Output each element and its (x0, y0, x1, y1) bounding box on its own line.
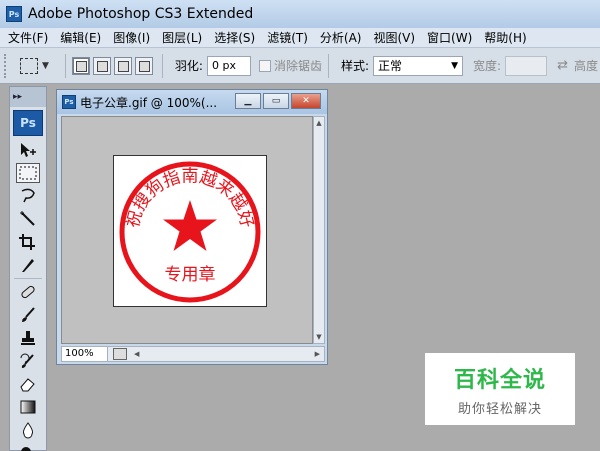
photoshop-app: Ps Adobe Photoshop CS3 Extended 文件(F) 编辑… (0, 0, 600, 451)
toolbox-panel: ▸▸ Ps (9, 86, 47, 451)
menu-bar: 文件(F) 编辑(E) 图像(I) 图层(L) 选择(S) 滤镜(T) 分析(A… (0, 28, 600, 48)
document-status-bar: 100% ◀ ▶ (61, 346, 325, 362)
document-ps-icon: Ps (62, 95, 76, 109)
options-bar: ▼ 羽化: 0 px 消除锯齿 样式: 正常 ▼ 宽度: ⇄ 高度 (0, 48, 600, 84)
app-title: Adobe Photoshop CS3 Extended (28, 6, 254, 22)
width-label: 宽度: (473, 59, 502, 73)
scroll-right-icon[interactable]: ▶ (315, 348, 320, 360)
baike-watermark: 百科全说 助你轻松解决 (425, 353, 575, 425)
height-label: 高度 (573, 59, 598, 73)
minimize-button[interactable]: ▁ (235, 93, 261, 109)
move-tool-icon[interactable] (16, 140, 40, 160)
menu-analysis[interactable]: 分析(A) (320, 29, 362, 46)
menu-edit[interactable]: 编辑(E) (60, 29, 101, 46)
add-to-selection-button[interactable] (92, 56, 111, 75)
app-title-bar: Ps Adobe Photoshop CS3 Extended (0, 0, 600, 28)
toolbox-divider (14, 278, 42, 279)
antialias-label: 消除锯齿 (273, 59, 322, 73)
photoshop-logo[interactable]: Ps (13, 110, 43, 136)
official-seal-graphic: 祝搜狗指南越来越好 专用章 (119, 161, 261, 303)
scroll-up-icon[interactable]: ▲ (314, 118, 324, 128)
menu-file[interactable]: 文件(F) (8, 29, 48, 46)
vertical-scrollbar[interactable]: ▲ ▼ (313, 116, 325, 344)
clone-stamp-tool-icon[interactable] (16, 328, 40, 348)
gradient-tool-icon[interactable] (16, 397, 40, 417)
zoom-level-field[interactable]: 100% (62, 347, 108, 361)
intersect-selection-button[interactable] (134, 56, 153, 75)
close-button[interactable]: ✕ (291, 93, 321, 109)
dodge-tool-icon[interactable] (16, 443, 40, 451)
rectangular-marquee-tool-icon[interactable] (16, 163, 40, 183)
antialias-checkbox[interactable] (258, 59, 271, 72)
document-title-bar[interactable]: Ps 电子公章.gif @ 100%(... ▁ ▭ ✕ (57, 90, 327, 114)
lasso-tool-icon[interactable] (16, 186, 40, 206)
menu-view[interactable]: 视图(V) (373, 29, 415, 46)
document-window: Ps 电子公章.gif @ 100%(... ▁ ▭ ✕ 祝搜狗指南越来越好 专… (56, 89, 328, 365)
brush-tool-icon[interactable] (16, 305, 40, 325)
document-canvas[interactable]: 祝搜狗指南越来越好 专用章 (61, 116, 313, 344)
divider (327, 53, 329, 78)
crop-tool-icon[interactable] (16, 232, 40, 252)
divider (64, 53, 66, 78)
scroll-down-icon[interactable]: ▼ (314, 332, 324, 342)
new-selection-button[interactable] (71, 56, 90, 75)
slice-tool-icon[interactable] (16, 255, 40, 275)
maximize-button[interactable]: ▭ (263, 93, 289, 109)
healing-brush-tool-icon[interactable] (16, 282, 40, 302)
menu-image[interactable]: 图像(I) (113, 29, 150, 46)
scroll-left-icon[interactable]: ◀ (134, 348, 139, 360)
seal-star-icon (163, 200, 217, 251)
blur-tool-icon[interactable] (16, 420, 40, 440)
watermark-subtitle: 助你轻松解决 (457, 401, 542, 417)
divider (161, 53, 163, 78)
document-title: 电子公章.gif @ 100%(... (80, 95, 218, 110)
window-buttons: ▁ ▭ ✕ (233, 93, 321, 109)
seal-bottom-text: 专用章 (165, 265, 216, 285)
photoshop-app-icon: Ps (6, 6, 22, 22)
rectangular-marquee-preset-icon[interactable] (20, 57, 38, 74)
menu-filter[interactable]: 滤镜(T) (267, 29, 308, 46)
style-label: 样式: (340, 59, 370, 73)
options-bar-grip[interactable] (4, 53, 10, 78)
feather-label: 羽化: (174, 59, 203, 73)
history-brush-tool-icon[interactable] (16, 351, 40, 371)
width-input[interactable] (505, 55, 548, 76)
chevron-down-icon: ▼ (451, 60, 459, 71)
style-select[interactable]: 正常 ▼ (373, 55, 464, 76)
horizontal-scrollbar[interactable]: ◀ ▶ (132, 348, 324, 360)
watermark-title: 百科全说 (453, 367, 546, 393)
feather-input[interactable]: 0 px (206, 55, 251, 76)
stamp-image[interactable]: 祝搜狗指南越来越好 专用章 (113, 155, 267, 307)
chevron-down-icon[interactable]: ▼ (42, 61, 49, 71)
menu-window[interactable]: 窗口(W) (427, 29, 472, 46)
menu-help[interactable]: 帮助(H) (484, 29, 526, 46)
menu-select[interactable]: 选择(S) (214, 29, 255, 46)
menu-layer[interactable]: 图层(L) (162, 29, 202, 46)
eraser-tool-icon[interactable] (16, 374, 40, 394)
style-select-value: 正常 (378, 59, 403, 73)
subtract-from-selection-button[interactable] (113, 56, 132, 75)
toolbox-collapse-handle[interactable]: ▸▸ (10, 87, 46, 107)
swap-dimensions-icon[interactable]: ⇄ (557, 58, 568, 73)
magic-wand-tool-icon[interactable] (16, 209, 40, 229)
status-info-icon[interactable] (113, 348, 127, 360)
